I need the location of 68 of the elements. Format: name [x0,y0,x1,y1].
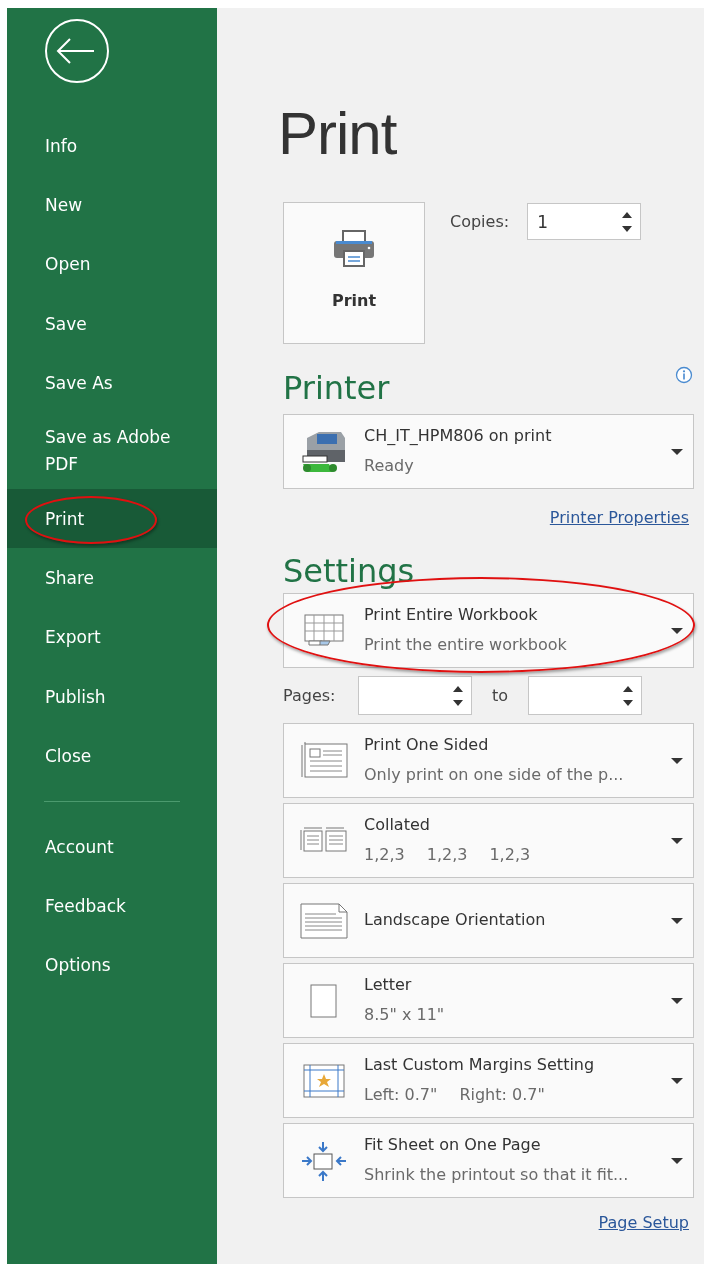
nav-item[interactable]: New [7,175,217,235]
copies-field[interactable]: 1 [527,203,642,240]
nav-item[interactable]: Save As [7,353,217,413]
dropdown-title: Last Custom Margins Setting [364,1055,596,1074]
settings-dropdown[interactable]: Fit Sheet on One Page Shrink the printout so that it fit... [283,1123,694,1198]
settings-dropdown[interactable]: Print Entire Workbook Print the entire workbook [283,593,694,668]
settings-dropdown[interactable]: Collated 1,2,3 1,2,3 1,2,3 [283,803,694,878]
printer-properties-link[interactable]: Printer Properties [549,508,689,527]
nav-item[interactable]: Export [7,607,217,668]
dropdown-subtitle: 1,2,3 [364,845,405,864]
shrink-to-fit-icon [301,1140,347,1181]
nav-item[interactable]: Save as Adobe PDF [7,412,217,489]
dropdown-subtitle: Only print on one side of the p... [364,765,624,784]
dropdown-title: Landscape Orientation [364,910,547,929]
copies-label: Copies: [450,212,510,231]
printer-icon [332,229,376,269]
page-icon [300,902,348,939]
dropdown-subtitle: Ready [364,456,414,475]
pages-to-field[interactable] [528,676,642,715]
nav-item[interactable]: Account [7,816,217,877]
section-heading: Settings [283,551,416,592]
settings-dropdown[interactable]: Letter 8.5" x 11" [283,963,694,1038]
dropdown-title: Print One Sided [364,735,490,754]
blank-page-icon [310,983,338,1018]
caret-icon [671,1077,683,1084]
dropdown-title: Collated [364,815,431,834]
printer-dropdown[interactable]: CH_IT_HPM806 on print Ready [283,414,694,489]
nav-item[interactable]: Feedback [7,876,217,936]
caret-icon [671,627,683,634]
caret-icon [671,837,683,844]
dropdown-subtitle: 1,2,3 [489,845,531,864]
page-title: Print [278,104,398,164]
settings-dropdown[interactable]: Last Custom Margins Setting Left: 0.7" Right: 0.7" [283,1043,694,1118]
print-button[interactable]: Print [283,202,425,344]
dropdown-subtitle: 1,2,3 [426,845,468,864]
dropdown-subtitle: Print the entire workbook [364,635,567,654]
nav-item[interactable]: Open [7,234,217,295]
pages-label: Pages: [283,686,337,705]
dropdown-subtitle: Right: 0.7" [459,1085,545,1104]
info-icon [675,366,693,384]
nav-item[interactable]: Share [7,548,217,608]
back-button[interactable] [44,18,110,84]
page-setup-link[interactable]: Page Setup [598,1213,689,1232]
dropdown-subtitle: Shrink the printout so that it fit... [364,1165,629,1184]
caret-icon [671,757,683,764]
nav-item[interactable]: Options [7,935,217,996]
margins-star-icon [303,1063,345,1098]
dropdown-subtitle: 8.5" x 11" [364,1005,445,1024]
dropdown-subtitle: Left: 0.7" [364,1085,438,1104]
pages-from-field[interactable] [358,676,472,715]
section-heading: Printer [283,368,390,409]
dropdown-title: CH_IT_HPM806 on print [364,426,553,445]
document-stack-icon [300,740,348,781]
caret-icon [671,448,683,455]
nav-item[interactable]: Publish [7,667,217,727]
dropdown-title: Fit Sheet on One Page [364,1135,542,1154]
to-label: to [490,686,510,705]
nav-item[interactable]: Info [7,116,217,176]
settings-dropdown[interactable]: Print One Sided Only print on one side of the p... [283,723,694,798]
dropdown-title: Print Entire Workbook [364,605,539,624]
nav-item[interactable]: Close [7,726,217,786]
caret-icon [671,917,683,924]
caret-icon [671,997,683,1004]
nav-item[interactable]: Print [7,488,217,549]
caret-icon [671,1157,683,1164]
dropdown-title: Letter [364,975,413,994]
nav-item[interactable]: Save [7,294,217,354]
settings-dropdown[interactable]: Landscape Orientation [283,883,694,958]
